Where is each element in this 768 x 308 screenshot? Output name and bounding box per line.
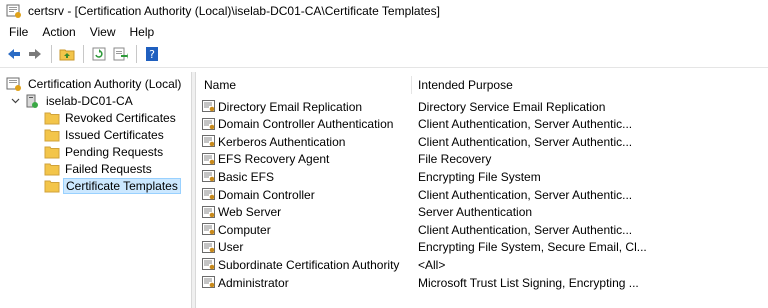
column-divider[interactable]: [411, 76, 412, 94]
table-row[interactable]: Administrator Microsoft Trust List Signin…: [196, 274, 768, 291]
chevron-down-icon[interactable]: [10, 96, 20, 106]
list-header: Name Intended Purpose: [196, 72, 768, 98]
certificate-template-icon: [202, 240, 215, 253]
toolbar-separator: [51, 45, 52, 63]
menu-file[interactable]: File: [0, 25, 35, 39]
template-name: Basic EFS: [218, 169, 275, 184]
title-bar: certsrv - [Certification Authority (Loca…: [0, 0, 768, 22]
forward-button[interactable]: [25, 44, 45, 64]
table-row[interactable]: Subordinate Certification Authority <All>: [196, 256, 768, 273]
intended-purpose: Directory Service Email Replication: [418, 99, 606, 114]
intended-purpose: File Recovery: [418, 152, 492, 167]
certificate-template-icon: [202, 258, 215, 271]
menu-view[interactable]: View: [83, 25, 123, 39]
tree-item-label: Failed Requests: [65, 161, 152, 176]
tree-root[interactable]: Certification Authority (Local): [6, 75, 183, 92]
forward-icon: [29, 49, 41, 59]
table-row[interactable]: Basic EFS Encrypting File System: [196, 168, 768, 185]
menu-bar: File Action View Help: [0, 22, 768, 42]
certsrv-app-icon: [6, 4, 21, 18]
back-icon: [8, 49, 20, 59]
toolbar: ?: [0, 42, 768, 66]
folder-icon: [44, 180, 60, 192]
table-row[interactable]: Computer Client Authentication, Server Au…: [196, 221, 768, 238]
help-icon: ?: [146, 47, 158, 61]
intended-purpose: Encrypting File System: [418, 169, 541, 184]
tree-item-revoked-certificates[interactable]: Revoked Certificates: [44, 109, 178, 126]
folder-icon: [44, 129, 60, 141]
tree-ca-node[interactable]: iselab-DC01-CA: [10, 92, 135, 109]
tree-item-label: Issued Certificates: [65, 127, 164, 142]
certificate-template-icon: [202, 135, 215, 148]
template-name: User: [218, 240, 244, 255]
table-row[interactable]: Web Server Server Authentication: [196, 204, 768, 221]
certificate-template-icon: [202, 170, 215, 183]
intended-purpose: Client Authentication, Server Authentic.…: [418, 117, 633, 132]
toolbar-separator: [83, 45, 84, 63]
window-title: certsrv - [Certification Authority (Loca…: [28, 4, 440, 18]
menu-action[interactable]: Action: [35, 25, 82, 39]
ca-server-icon: [26, 94, 38, 108]
intended-purpose: Client Authentication, Server Authentic.…: [418, 134, 633, 149]
certificate-template-icon: [202, 117, 215, 130]
table-row[interactable]: EFS Recovery Agent File Recovery: [196, 151, 768, 168]
folder-icon: [44, 163, 60, 175]
refresh-icon: [92, 47, 106, 61]
export-list-icon: [113, 47, 128, 61]
svg-text:?: ?: [149, 48, 155, 61]
folder-icon: [44, 112, 60, 124]
up-folder-icon: [59, 49, 75, 61]
template-name: Kerberos Authentication: [218, 134, 346, 149]
folder-icon: [44, 146, 60, 158]
template-name: EFS Recovery Agent: [218, 152, 330, 167]
template-name: Domain Controller: [218, 187, 315, 202]
tree-item-label: Revoked Certificates: [65, 110, 176, 125]
certificate-template-icon: [202, 152, 215, 165]
table-row[interactable]: Kerberos Authentication Client Authentica…: [196, 133, 768, 150]
tree-item-pending-requests[interactable]: Pending Requests: [44, 143, 165, 160]
certification-authority-icon: [6, 77, 21, 91]
back-button[interactable]: [4, 44, 24, 64]
details-list: Name Intended Purpose Directory Email Re…: [196, 72, 768, 308]
up-one-level-button[interactable]: [57, 44, 77, 64]
intended-purpose: Microsoft Trust List Signing, Encrypting…: [418, 275, 639, 290]
table-row[interactable]: User Encrypting File System, Secure Email…: [196, 239, 768, 256]
toolbar-separator: [136, 45, 137, 63]
template-name: Domain Controller Authentication: [218, 117, 394, 132]
intended-purpose: <All>: [418, 257, 446, 272]
refresh-button[interactable]: [89, 44, 109, 64]
tree-item-label: Certificate Templates: [63, 177, 181, 194]
intended-purpose: Client Authentication, Server Authentic.…: [418, 187, 633, 202]
help-button[interactable]: ?: [142, 44, 162, 64]
toolbar-divider: [0, 67, 768, 68]
intended-purpose: Encrypting File System, Secure Email, Cl…: [418, 240, 647, 255]
intended-purpose: Client Authentication, Server Authentic.…: [418, 222, 633, 237]
export-list-button[interactable]: [110, 44, 130, 64]
template-name: Subordinate Certification Authority: [218, 257, 400, 272]
column-header-name[interactable]: Name: [204, 78, 236, 92]
console-tree: Certification Authority (Local) iselab-D…: [0, 72, 191, 308]
tree-root-label: Certification Authority (Local): [28, 76, 182, 91]
certificate-template-icon: [202, 223, 215, 236]
menu-help[interactable]: Help: [123, 25, 162, 39]
tree-ca-label: iselab-DC01-CA: [46, 93, 133, 108]
template-name: Web Server: [218, 205, 282, 220]
certificate-template-icon: [202, 188, 215, 200]
tree-item-label: Pending Requests: [65, 144, 164, 159]
tree-item-certificate-templates[interactable]: Certificate Templates: [44, 177, 181, 194]
intended-purpose: Server Authentication: [418, 205, 533, 220]
tree-item-issued-certificates[interactable]: Issued Certificates: [44, 126, 166, 143]
template-name: Computer: [218, 222, 271, 237]
certificate-template-icon: [202, 276, 215, 288]
table-row[interactable]: Domain Controller Client Authentication, …: [196, 186, 768, 203]
template-name: Directory Email Replication: [218, 99, 363, 114]
column-header-intended-purpose[interactable]: Intended Purpose: [418, 78, 513, 92]
table-row[interactable]: Directory Email Replication Directory Ser…: [196, 98, 768, 115]
tree-item-failed-requests[interactable]: Failed Requests: [44, 160, 154, 177]
table-row[interactable]: Domain Controller Authentication Client A…: [196, 116, 768, 133]
certificate-template-icon: [202, 205, 215, 218]
template-name: Administrator: [218, 275, 289, 290]
certificate-template-icon: [202, 100, 215, 112]
